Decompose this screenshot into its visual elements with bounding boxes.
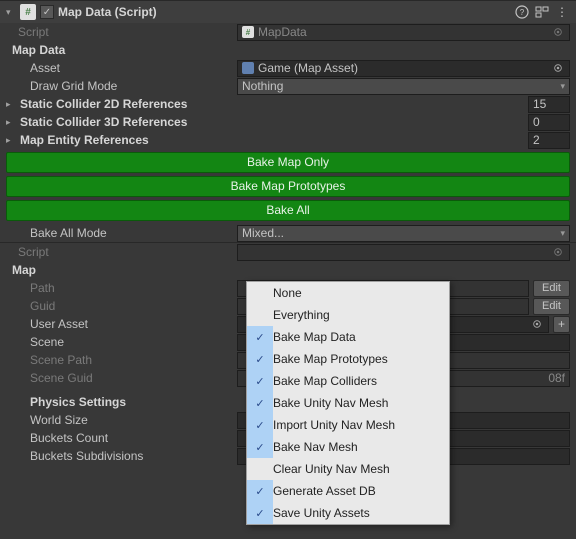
scene-guid-label: Scene Guid xyxy=(30,371,233,385)
guid-edit-button[interactable]: Edit xyxy=(533,298,570,315)
bake-all-mode-value: Mixed... xyxy=(242,226,284,240)
array-count[interactable]: 0 xyxy=(528,114,570,131)
popup-item[interactable]: ✓Save Unity Assets xyxy=(247,502,449,524)
bake-all-mode-label: Bake All Mode xyxy=(30,226,233,240)
svg-text:?: ? xyxy=(520,8,525,17)
user-asset-add-button[interactable]: + xyxy=(553,316,570,333)
popup-item[interactable]: ✓Bake Unity Nav Mesh xyxy=(247,392,449,414)
help-icon[interactable]: ? xyxy=(514,4,530,20)
script-label: Script xyxy=(18,25,233,39)
static-collider-2d-foldout[interactable]: ▸ Static Collider 2D References 15 xyxy=(0,95,576,113)
check-icon: ✓ xyxy=(247,436,273,458)
scene-path-label: Scene Path xyxy=(30,353,233,367)
world-size-label: World Size xyxy=(30,413,233,427)
check-icon: ✓ xyxy=(247,414,273,436)
popup-item-label: Bake Map Prototypes xyxy=(273,352,388,366)
asset-row: Asset Game (Map Asset) xyxy=(0,59,576,77)
fold-label: Static Collider 3D References xyxy=(20,115,524,129)
check-icon xyxy=(247,282,273,304)
path-label: Path xyxy=(30,281,233,295)
check-icon: ✓ xyxy=(247,326,273,348)
popup-item[interactable]: ✓Bake Nav Mesh xyxy=(247,436,449,458)
check-icon: ✓ xyxy=(247,502,273,524)
component-map-data: ▾ # ✓ Map Data (Script) ? ⋮ Script # Map… xyxy=(0,0,576,242)
scene-label: Scene xyxy=(30,335,233,349)
bake-map-prototypes-button[interactable]: Bake Map Prototypes xyxy=(6,176,570,197)
fold-arrow-icon: ▸ xyxy=(6,117,16,128)
asset-field[interactable]: Game (Map Asset) xyxy=(237,60,570,77)
popup-item-label: Bake Map Colliders xyxy=(273,374,377,388)
popup-item[interactable]: Everything xyxy=(247,304,449,326)
section-map-data: Map Data xyxy=(0,41,576,59)
bake-all-mode-popup: NoneEverything✓Bake Map Data✓Bake Map Pr… xyxy=(246,281,450,525)
buckets-sub-label: Buckets Subdivisions xyxy=(30,449,233,463)
object-picker-icon xyxy=(551,244,565,261)
object-picker-icon[interactable] xyxy=(530,316,544,333)
script-row: Script xyxy=(0,243,576,261)
script-row: Script # MapData xyxy=(0,23,576,41)
popup-item[interactable]: ✓Bake Map Prototypes xyxy=(247,348,449,370)
script-value: MapData xyxy=(258,25,307,39)
popup-item-label: Save Unity Assets xyxy=(273,506,370,520)
static-collider-3d-foldout[interactable]: ▸ Static Collider 3D References 0 xyxy=(0,113,576,131)
popup-item[interactable]: None xyxy=(247,282,449,304)
guid-label: Guid xyxy=(30,299,233,313)
array-count[interactable]: 15 xyxy=(528,96,570,113)
script-field: # MapData xyxy=(237,24,570,41)
fold-label: Static Collider 2D References xyxy=(20,97,524,111)
popup-item-label: Bake Map Data xyxy=(273,330,356,344)
popup-item[interactable]: ✓Generate Asset DB xyxy=(247,480,449,502)
check-icon: ✓ xyxy=(247,480,273,502)
foldout-arrow-icon[interactable]: ▾ xyxy=(6,7,16,18)
asset-value: Game (Map Asset) xyxy=(258,61,358,75)
component-header[interactable]: ▾ # ✓ Map Data (Script) ? ⋮ xyxy=(0,1,576,23)
popup-item[interactable]: ✓Import Unity Nav Mesh xyxy=(247,414,449,436)
section-map: Map xyxy=(0,261,576,279)
check-icon: ✓ xyxy=(247,348,273,370)
asset-obj-icon xyxy=(242,62,254,74)
fold-arrow-icon: ▸ xyxy=(6,135,16,146)
bake-all-mode-row: Bake All Mode Mixed... xyxy=(0,224,576,242)
enabled-checkbox[interactable]: ✓ xyxy=(40,5,54,19)
menu-icon[interactable]: ⋮ xyxy=(554,4,570,20)
popup-item-label: Bake Nav Mesh xyxy=(273,440,358,454)
popup-item-label: Everything xyxy=(273,308,330,322)
fold-arrow-icon: ▸ xyxy=(6,99,16,110)
object-picker-icon xyxy=(551,24,565,41)
popup-item-label: Clear Unity Nav Mesh xyxy=(273,462,390,476)
path-edit-button[interactable]: Edit xyxy=(533,280,570,297)
popup-item[interactable]: ✓Bake Map Data xyxy=(247,326,449,348)
bake-map-only-button[interactable]: Bake Map Only xyxy=(6,152,570,173)
script-field xyxy=(237,244,570,261)
user-asset-label: User Asset xyxy=(30,317,233,331)
bake-all-mode-dropdown[interactable]: Mixed... xyxy=(237,225,570,242)
check-icon xyxy=(247,458,273,480)
check-icon: ✓ xyxy=(247,392,273,414)
component-title: Map Data (Script) xyxy=(58,5,510,19)
popup-item[interactable]: ✓Bake Map Colliders xyxy=(247,370,449,392)
check-icon: ✓ xyxy=(247,370,273,392)
map-entity-foldout[interactable]: ▸ Map Entity References 2 xyxy=(0,131,576,149)
fold-label: Map Entity References xyxy=(20,133,524,147)
bake-all-button[interactable]: Bake All xyxy=(6,200,570,221)
asset-label: Asset xyxy=(30,61,233,75)
popup-item-label: None xyxy=(273,286,302,300)
popup-item-label: Bake Unity Nav Mesh xyxy=(273,396,388,410)
check-icon xyxy=(247,304,273,326)
scene-guid-tail: 08f xyxy=(548,371,565,385)
object-picker-icon[interactable] xyxy=(551,60,565,77)
popup-item-label: Generate Asset DB xyxy=(273,484,376,498)
preset-icon[interactable] xyxy=(534,4,550,20)
popup-item-label: Import Unity Nav Mesh xyxy=(273,418,395,432)
draw-grid-dropdown[interactable]: Nothing xyxy=(237,78,570,95)
draw-grid-label: Draw Grid Mode xyxy=(30,79,233,93)
script-label: Script xyxy=(18,245,233,259)
popup-item[interactable]: Clear Unity Nav Mesh xyxy=(247,458,449,480)
draw-grid-row: Draw Grid Mode Nothing xyxy=(0,77,576,95)
csharp-script-icon: # xyxy=(20,4,36,20)
script-mini-icon: # xyxy=(242,26,254,38)
buckets-count-label: Buckets Count xyxy=(30,431,233,445)
draw-grid-value: Nothing xyxy=(242,79,283,93)
array-count[interactable]: 2 xyxy=(528,132,570,149)
